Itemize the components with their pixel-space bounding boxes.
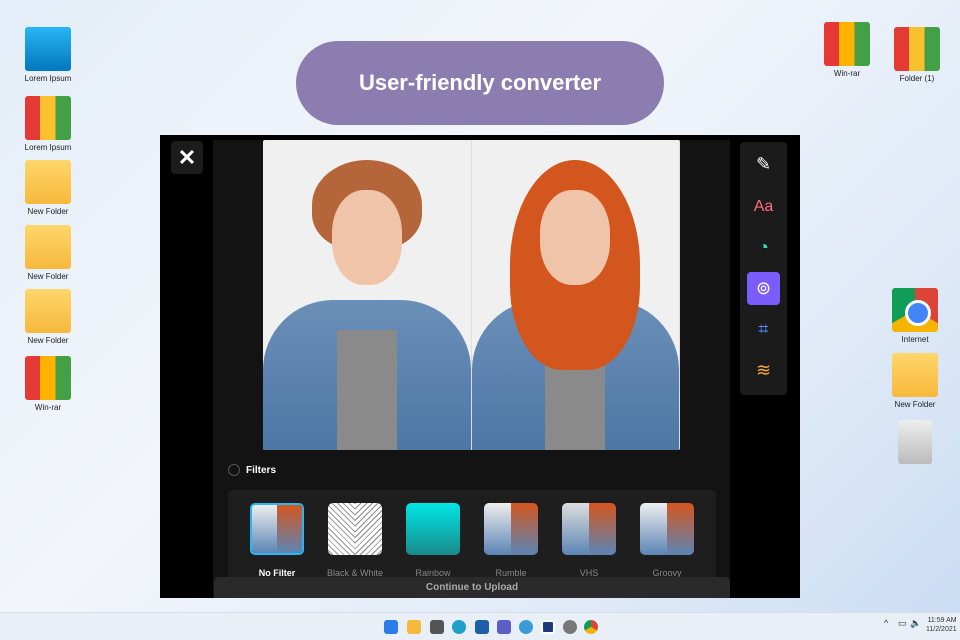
icon-label: Lorem Ipsum xyxy=(24,143,72,152)
filter-thumb-rumble[interactable] xyxy=(484,503,538,555)
desktop-icon-folder[interactable]: New Folder xyxy=(880,353,950,409)
filters-icon xyxy=(228,464,240,476)
icon-label: Win-rar xyxy=(34,403,62,412)
chrome-icon[interactable] xyxy=(584,620,598,634)
folder-icon xyxy=(25,225,71,269)
banner: User-friendly converter xyxy=(296,41,664,125)
crop-icon[interactable]: ⌗ xyxy=(747,313,780,346)
icon-label: Lorem Ipsum xyxy=(24,74,72,83)
filter-thumb-vhs[interactable] xyxy=(562,503,616,555)
filter-strip: No Filter Black & White Rainbow Rumble V… xyxy=(228,490,716,580)
tray-chevron-icon[interactable]: ^ xyxy=(884,618,888,628)
date: 11/2/2021 xyxy=(926,626,957,633)
binders-icon xyxy=(25,96,71,140)
icon-label: Internet xyxy=(901,335,929,344)
desktop-icon-binders[interactable]: Lorem Ipsum xyxy=(13,96,83,152)
folder-icon xyxy=(25,289,71,333)
filter-thumb-groovy[interactable] xyxy=(640,503,694,555)
photo-after xyxy=(471,140,680,450)
time: 11:59 AM xyxy=(927,617,957,624)
desktop-icon-folder1[interactable]: Folder (1) xyxy=(882,27,952,83)
photo-before xyxy=(263,140,472,450)
tool-panel: ✎ Aa ◔ ⊚ ⌗ ≋ xyxy=(740,142,787,395)
desktop-icon-winrar[interactable]: Win-rar xyxy=(812,22,882,78)
close-button[interactable]: ✕ xyxy=(171,141,203,174)
network-icon[interactable]: ▭ xyxy=(898,618,907,629)
camera-icon[interactable] xyxy=(430,620,444,634)
desktop-icon-computer[interactable]: Lorem Ipsum xyxy=(13,27,83,83)
filter-thumb-rainbow[interactable] xyxy=(406,503,460,555)
filter-thumb-bw[interactable] xyxy=(328,503,382,555)
recycle-bin[interactable] xyxy=(880,420,950,467)
chrome-icon xyxy=(892,288,938,332)
icon-label: New Folder xyxy=(27,272,69,281)
desktop-icon-winrar[interactable]: Win-rar xyxy=(13,356,83,412)
settings-icon[interactable] xyxy=(563,620,577,634)
clock[interactable]: 11:59 AM 11/2/2021 xyxy=(926,616,957,634)
folder-icon xyxy=(25,160,71,204)
icon-label: Folder (1) xyxy=(899,74,935,83)
active-app-icon[interactable] xyxy=(541,620,555,634)
icon-label: New Folder xyxy=(27,336,69,345)
folder-icon xyxy=(892,353,938,397)
volume-icon[interactable]: 🔈 xyxy=(910,618,921,629)
filter-tool-icon[interactable]: ⊚ xyxy=(747,272,780,305)
desktop-icon-folder[interactable]: New Folder xyxy=(13,289,83,345)
sticker-icon[interactable]: ◔ xyxy=(747,231,780,264)
maps-icon[interactable] xyxy=(519,620,533,634)
binders-icon xyxy=(894,27,940,71)
taskbar: ^ ▭ 🔈 11:59 AM 11/2/2021 xyxy=(0,612,960,640)
winrar-icon xyxy=(824,22,870,66)
pencil-icon[interactable]: ✎ xyxy=(747,148,780,181)
photo-preview xyxy=(263,140,680,450)
store-icon[interactable] xyxy=(475,620,489,634)
text-tool-icon[interactable]: Aa xyxy=(747,190,780,223)
desktop-icon-internet[interactable]: Internet xyxy=(880,288,950,344)
filters-label: Filters xyxy=(246,464,277,476)
desktop-icon-folder[interactable]: New Folder xyxy=(13,160,83,216)
filter-thumb-no-filter[interactable] xyxy=(250,503,304,555)
teams-icon[interactable] xyxy=(497,620,511,634)
photo-editor: ✕ ✎ Aa ◔ ⊚ ⌗ ≋ Filters No Filter Black &… xyxy=(160,135,800,598)
icon-label: New Folder xyxy=(894,400,936,409)
winrar-icon xyxy=(25,356,71,400)
icon-label: Win-rar xyxy=(833,69,861,78)
desktop-icon-folder[interactable]: New Folder xyxy=(13,225,83,281)
icon-label: New Folder xyxy=(27,207,69,216)
trash-icon xyxy=(898,420,932,464)
filters-heading: Filters xyxy=(228,464,276,476)
layers-icon[interactable]: ≋ xyxy=(747,354,780,387)
start-icon[interactable] xyxy=(384,620,398,634)
computer-icon xyxy=(25,27,71,71)
file-explorer-icon[interactable] xyxy=(407,620,421,634)
edge-icon[interactable] xyxy=(452,620,466,634)
continue-upload-button[interactable]: Continue to Upload xyxy=(214,577,730,598)
